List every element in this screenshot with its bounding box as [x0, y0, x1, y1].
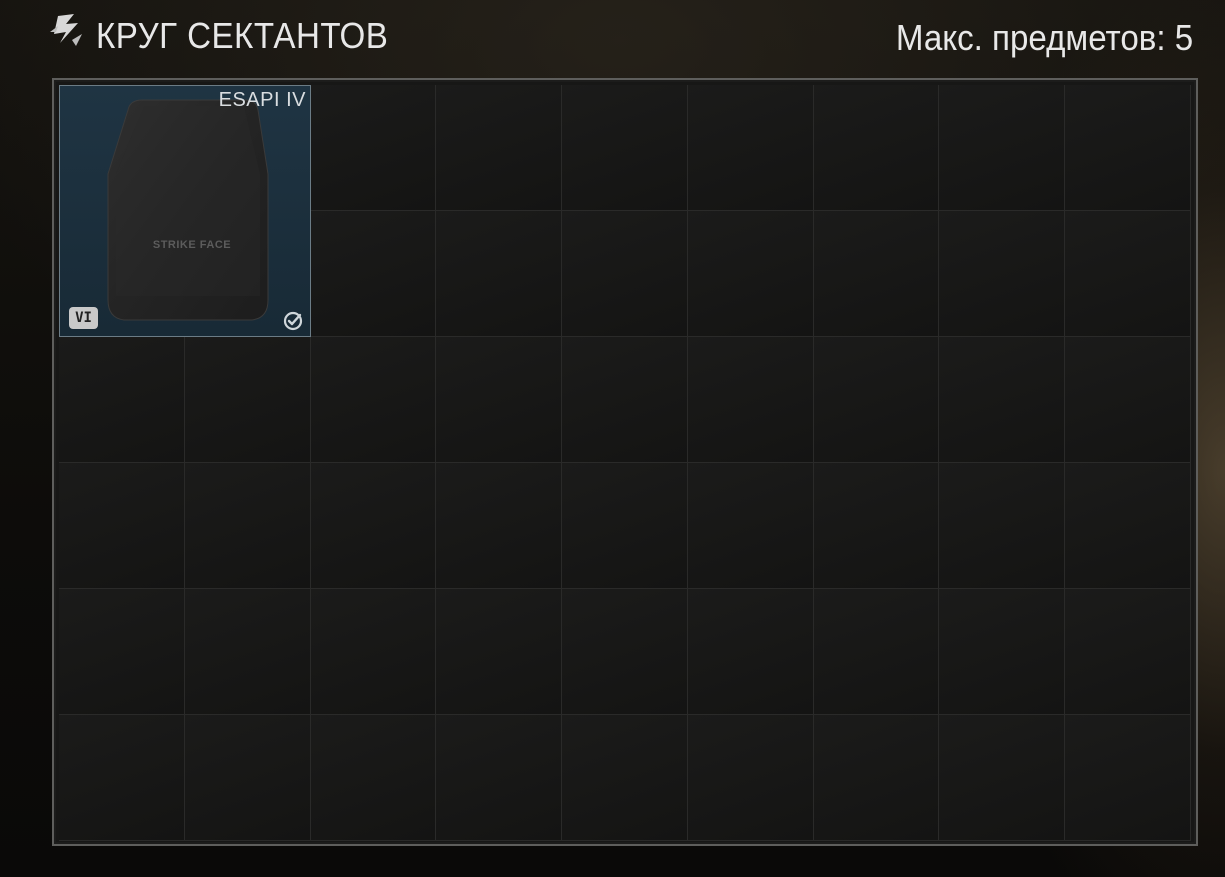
cultist-circle-grid-container: STRIKE FACE ESAPI IV VI [52, 78, 1198, 846]
grid-slot[interactable] [687, 85, 814, 211]
grid-slot[interactable] [813, 211, 940, 337]
screen-title: КРУГ СЕКТАНТОВ [96, 15, 389, 56]
grid-slot[interactable] [310, 463, 437, 589]
grid-slot[interactable] [813, 589, 940, 715]
grid-slot[interactable] [813, 337, 940, 463]
armor-class-badge: VI [69, 307, 98, 329]
grid-slot[interactable] [939, 337, 1066, 463]
grid-slot[interactable] [59, 337, 185, 463]
grid-slot[interactable] [59, 463, 185, 589]
grid-slot[interactable] [813, 715, 940, 841]
grid-slot[interactable] [184, 589, 311, 715]
grid-slot[interactable] [1065, 463, 1191, 589]
grid-slot[interactable] [813, 85, 940, 211]
grid-slot[interactable] [59, 589, 185, 715]
plate-strike-face-text: STRIKE FACE [153, 239, 231, 251]
grid-slot[interactable] [562, 463, 688, 589]
grid-slot[interactable] [1065, 337, 1191, 463]
grid-slot[interactable] [436, 589, 563, 715]
item-esapi-iv[interactable]: STRIKE FACE ESAPI IV VI [59, 85, 311, 337]
grid-slot[interactable] [1065, 85, 1191, 211]
armor-plate-image: STRIKE FACE [107, 99, 269, 321]
grid-slot[interactable] [310, 211, 437, 337]
cultist-circle-logo-icon [50, 14, 82, 46]
grid-slot[interactable] [436, 85, 563, 211]
grid-slot[interactable] [184, 337, 311, 463]
grid-slot[interactable] [310, 337, 437, 463]
grid-slot[interactable] [939, 589, 1066, 715]
grid-slot[interactable] [562, 337, 688, 463]
header: КРУГ СЕКТАНТОВ Макс. предметов: 5 [0, 0, 1225, 78]
grid-slot[interactable] [562, 211, 688, 337]
grid-slot[interactable] [436, 463, 563, 589]
grid-slot[interactable] [1065, 715, 1191, 841]
grid-slot[interactable] [562, 589, 688, 715]
grid-slot[interactable] [436, 211, 563, 337]
cultist-circle-screen: КРУГ СЕКТАНТОВ Макс. предметов: 5 STRIKE… [0, 0, 1225, 877]
grid-slot[interactable] [436, 715, 563, 841]
grid-slot[interactable] [687, 211, 814, 337]
grid-slot[interactable] [813, 463, 940, 589]
grid-slot[interactable] [184, 463, 311, 589]
item-name: ESAPI IV [218, 89, 306, 111]
grid-slot[interactable] [687, 337, 814, 463]
grid-slot[interactable] [939, 85, 1066, 211]
grid-slot[interactable] [310, 715, 437, 841]
grid-slot[interactable] [436, 337, 563, 463]
grid-slot[interactable] [687, 715, 814, 841]
grid-slot[interactable] [687, 463, 814, 589]
max-items-label: Макс. предметов: 5 [895, 17, 1193, 58]
checkmark-circle-icon [283, 311, 303, 331]
grid-slot[interactable] [310, 85, 437, 211]
grid-slot[interactable] [59, 715, 185, 841]
grid-slot[interactable] [1065, 589, 1191, 715]
grid-slot[interactable] [939, 211, 1066, 337]
grid-slot[interactable] [310, 589, 437, 715]
grid-slot[interactable] [939, 463, 1066, 589]
grid-slot[interactable] [184, 715, 311, 841]
grid-slot[interactable] [687, 589, 814, 715]
grid-slot[interactable] [562, 715, 688, 841]
grid-slot[interactable] [1065, 211, 1191, 337]
grid-slot[interactable] [562, 85, 688, 211]
grid-slot[interactable] [939, 715, 1066, 841]
